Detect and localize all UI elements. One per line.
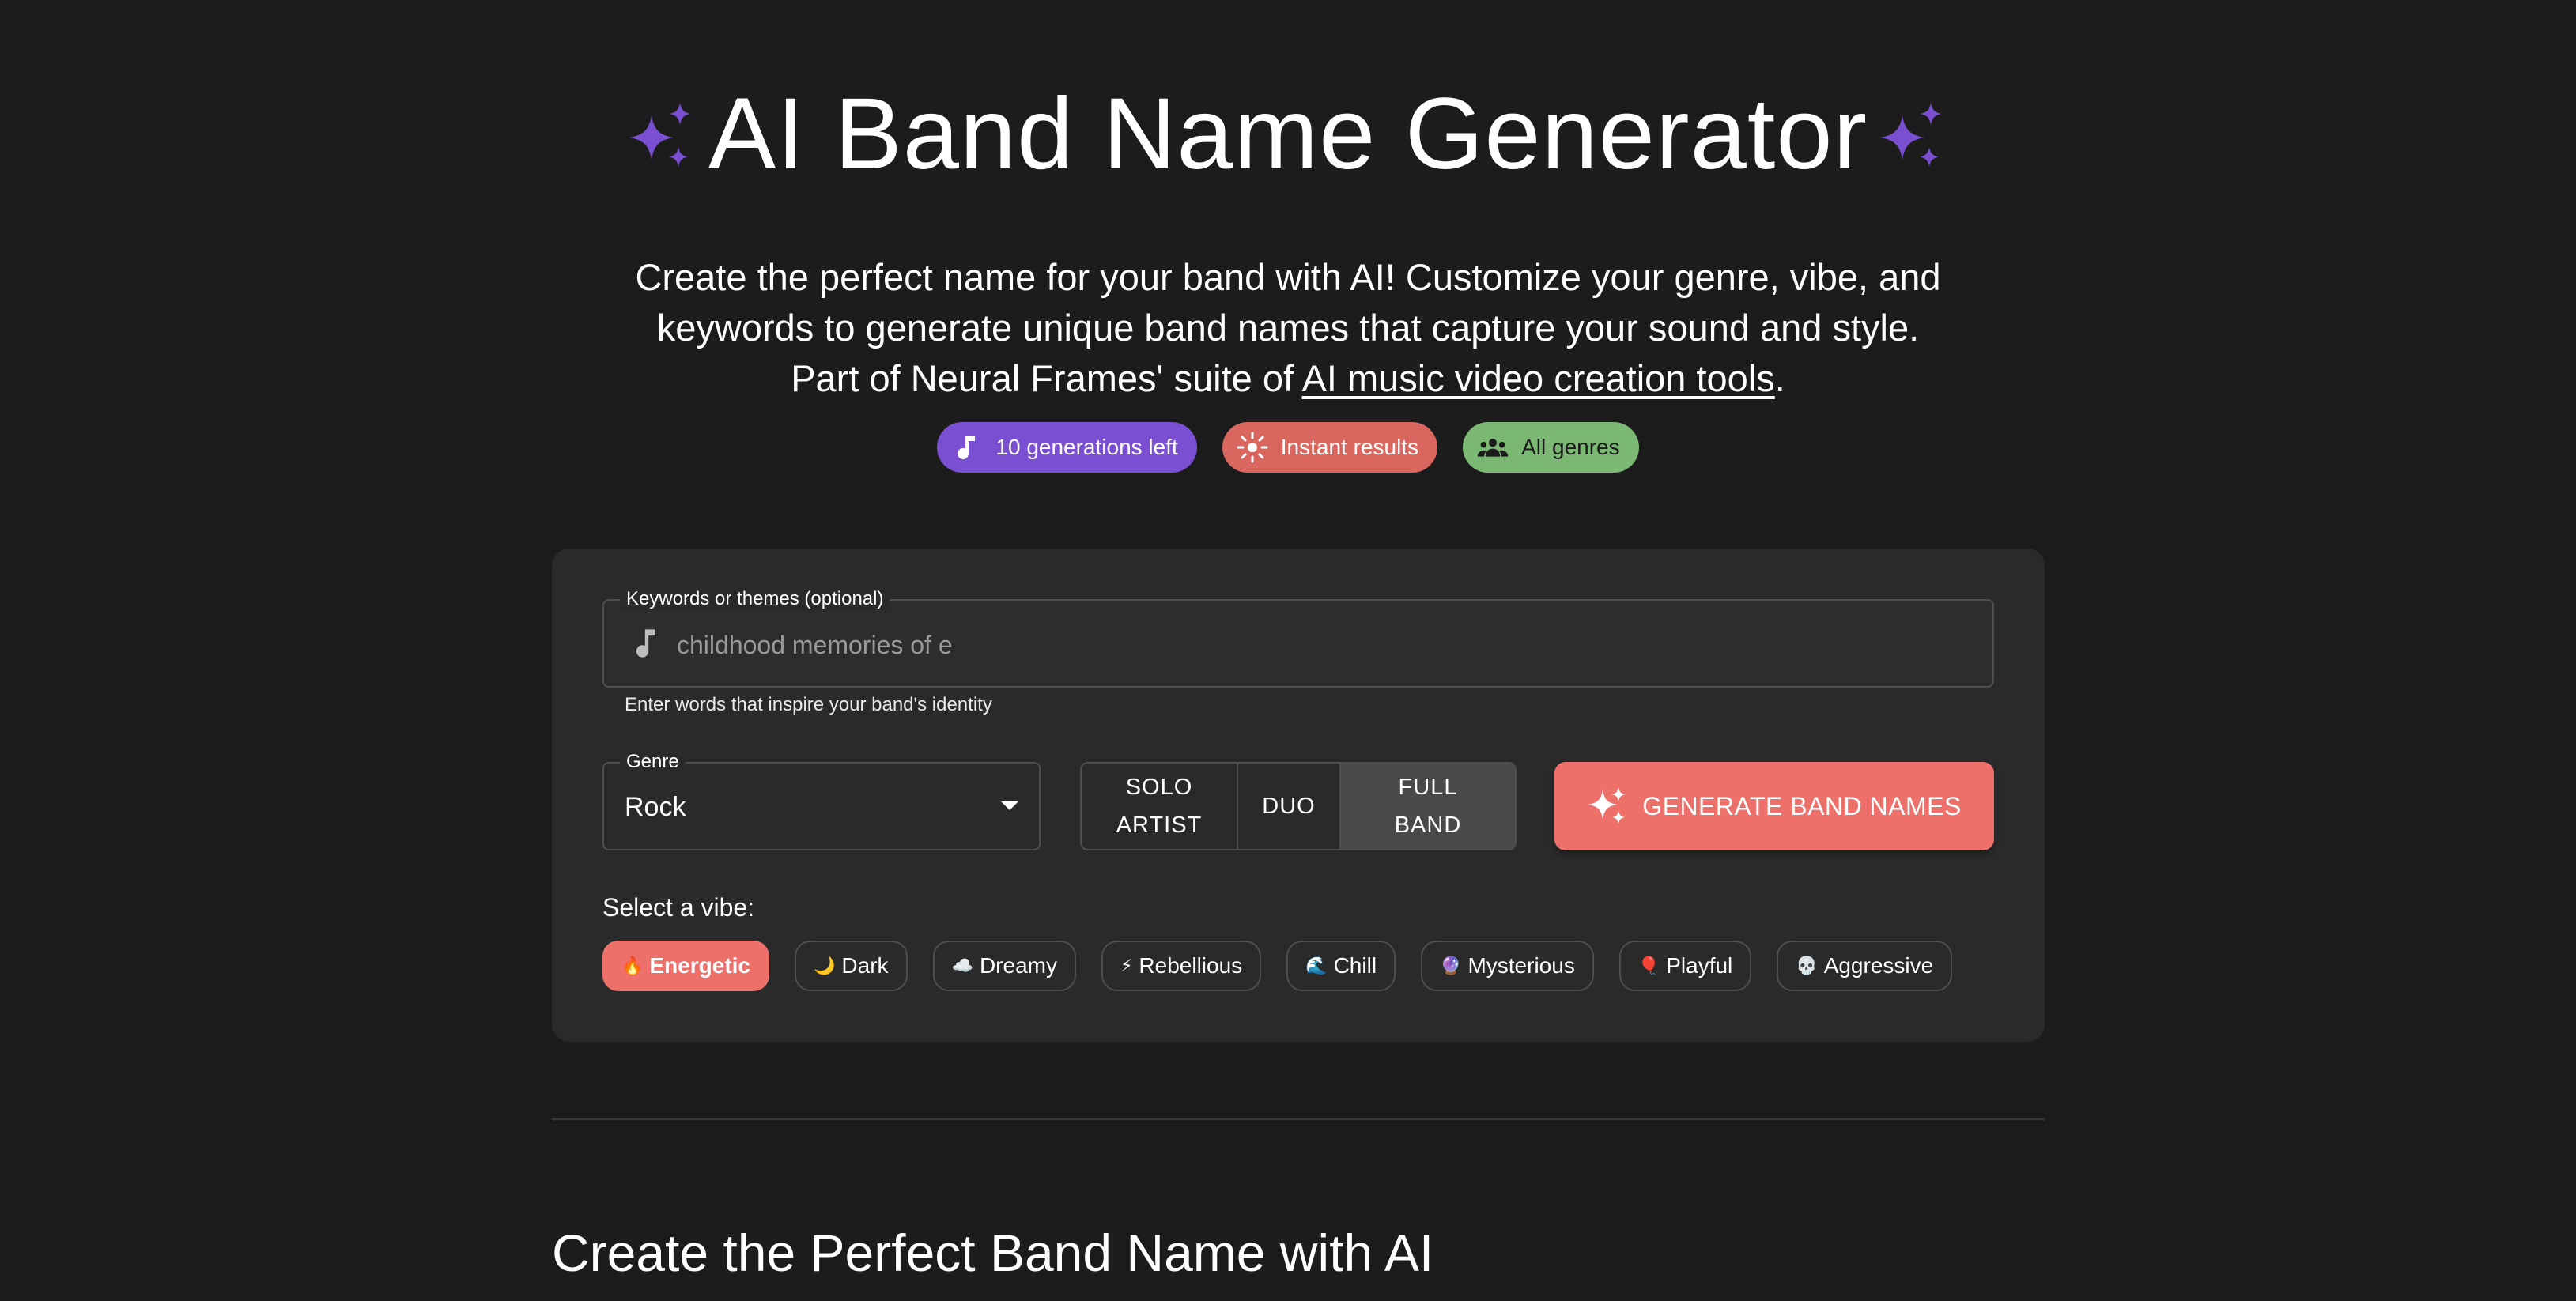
vibe-chips: 🔥 Energetic 🌙 Dark ☁️ Dreamy ⚡ Rebelliou… <box>602 941 1953 991</box>
section-divider <box>552 1118 2045 1120</box>
wave-icon: 🌊 <box>1305 956 1328 975</box>
vibe-chip-label: Dark <box>841 953 889 978</box>
music-note-icon <box>958 436 976 460</box>
generations-left-badge: 10 generations left <box>937 422 1197 473</box>
vibe-chip-label: Rebellious <box>1139 953 1243 978</box>
vibe-chip-label: Dreamy <box>979 953 1057 978</box>
feature-badges: 10 generations left Instant results All … <box>0 422 2576 473</box>
vibe-chip-rebellious[interactable]: ⚡ Rebellious <box>1101 941 1262 991</box>
vibe-chip-label: Playful <box>1666 953 1733 978</box>
vibe-chip-label: Chill <box>1333 953 1377 978</box>
page: AI Band Name Generator Create the perfec… <box>0 0 2576 1301</box>
band-type-toggle: SOLO ARTIST DUO FULL BAND <box>1080 762 1517 850</box>
generator-card: Keywords or themes (optional) Enter word… <box>552 549 2045 1042</box>
cloud-icon: ☁️ <box>951 956 973 975</box>
music-note-icon <box>636 629 655 658</box>
subtitle-end: . <box>1774 357 1785 399</box>
balloon-icon: 🎈 <box>1637 956 1660 975</box>
skull-icon: 💀 <box>1796 956 1818 975</box>
sparkle-icon <box>629 103 691 167</box>
sun-icon <box>1237 432 1268 463</box>
section-title: Create the Perfect Band Name with AI <box>552 1224 1434 1282</box>
toggle-full-band[interactable]: FULL BAND <box>1341 764 1515 849</box>
lightning-icon: ⚡ <box>1120 956 1133 975</box>
badge-label: All genres <box>1521 435 1620 459</box>
vibe-chip-dreamy[interactable]: ☁️ Dreamy <box>932 941 1076 991</box>
badge-label: Instant results <box>1280 435 1419 459</box>
keywords-input[interactable] <box>675 617 1943 673</box>
genre-label: Genre <box>620 750 686 774</box>
moon-icon: 🌙 <box>814 956 836 975</box>
group-icon <box>1477 439 1509 457</box>
vibe-label: Select a vibe: <box>602 893 755 922</box>
keywords-label: Keywords or themes (optional) <box>620 587 890 611</box>
vibe-chip-mysterious[interactable]: 🔮 Mysterious <box>1421 941 1594 991</box>
vibe-chip-dark[interactable]: 🌙 Dark <box>795 941 908 991</box>
toggle-duo[interactable]: DUO <box>1238 764 1341 849</box>
vibe-chip-energetic[interactable]: 🔥 Energetic <box>602 941 770 991</box>
crystal-ball-icon: 🔮 <box>1440 956 1462 975</box>
sparkle-icon <box>1588 787 1626 824</box>
keywords-field[interactable]: Keywords or themes (optional) <box>602 587 1994 688</box>
all-genres-badge: All genres <box>1463 422 1639 473</box>
badge-label: 10 generations left <box>995 435 1178 459</box>
vibe-chip-label: Energetic <box>649 953 751 978</box>
genre-select[interactable]: Genre Rock <box>602 750 1041 850</box>
toggle-solo-artist[interactable]: SOLO ARTIST <box>1082 764 1238 849</box>
hero-subtitle: Create the perfect name for your band wi… <box>633 252 1943 404</box>
vibe-chip-chill[interactable]: 🌊 Chill <box>1286 941 1396 991</box>
sparkle-icon <box>1880 103 1943 167</box>
vibe-chip-aggressive[interactable]: 💀 Aggressive <box>1777 941 1953 991</box>
generate-button-label: GENERATE BAND NAMES <box>1642 791 1962 820</box>
genre-value: Rock <box>625 792 686 822</box>
keywords-helper-text: Enter words that inspire your band's ide… <box>625 694 992 715</box>
vibe-chip-label: Mysterious <box>1467 953 1575 978</box>
fire-icon: 🔥 <box>621 956 644 975</box>
vibe-chip-label: Aggressive <box>1823 953 1934 978</box>
chevron-down-icon[interactable] <box>1001 801 1018 810</box>
vibe-chip-playful[interactable]: 🎈 Playful <box>1618 941 1752 991</box>
page-title: AI Band Name Generator <box>708 77 1868 190</box>
hero-title-row: AI Band Name Generator <box>0 79 2576 190</box>
generate-band-names-button[interactable]: GENERATE BAND NAMES <box>1554 762 1994 850</box>
instant-results-badge: Instant results <box>1222 422 1438 473</box>
ai-music-video-tools-link[interactable]: AI music video creation tools <box>1302 357 1775 399</box>
